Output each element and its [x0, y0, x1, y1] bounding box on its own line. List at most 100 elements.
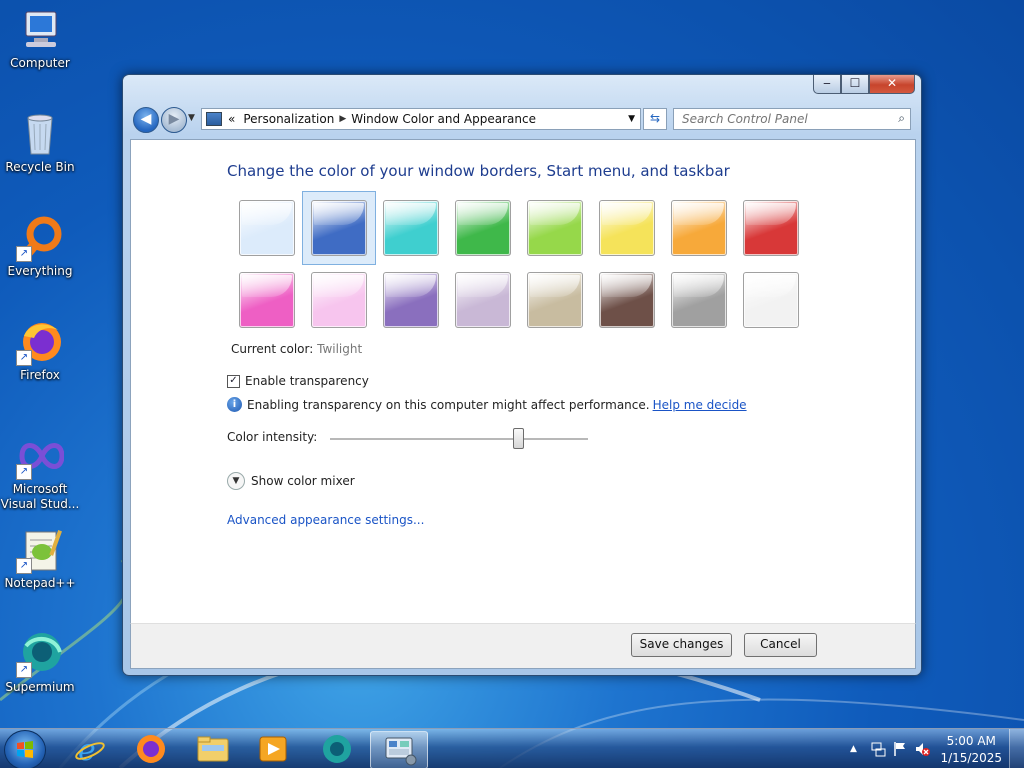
clock-date[interactable]: 1/15/2025	[940, 750, 1002, 767]
show-hidden-icons-icon[interactable]: ▲	[850, 744, 857, 754]
desktop-icon-visual-studio[interactable]: ↗ Microsoft Visual Stud...	[0, 432, 80, 512]
window-controls: ‒ ☐ ✕	[813, 75, 915, 94]
color-swatch[interactable]	[599, 272, 655, 328]
start-button[interactable]	[4, 730, 46, 768]
breadcrumb-prefix[interactable]: «	[228, 112, 235, 126]
color-swatch[interactable]	[671, 272, 727, 328]
color-swatch[interactable]	[527, 272, 583, 328]
taskbar-internet-explorer[interactable]: e	[62, 731, 118, 768]
content-pane: Change the color of your window borders,…	[130, 139, 916, 624]
desktop-icon-label: Supermium	[5, 680, 75, 694]
transparency-label[interactable]: Enable transparency	[245, 374, 369, 388]
color-swatch[interactable]	[527, 200, 583, 256]
action-center-flag-icon[interactable]	[892, 741, 908, 760]
info-icon: i	[227, 397, 242, 412]
taskbar-media-player[interactable]	[244, 731, 300, 767]
desktop-icon-label: Microsoft Visual Stud...	[0, 482, 80, 511]
system-tray: ▲ 5:00 AM 1/15/2025	[834, 729, 1024, 768]
media-player-icon	[259, 736, 287, 762]
breadcrumb-personalization[interactable]: Personalization	[243, 112, 334, 126]
desktop-icon-label: Recycle Bin	[5, 160, 75, 174]
intensity-slider-thumb[interactable]	[513, 428, 525, 449]
color-swatch[interactable]	[671, 200, 727, 256]
color-swatch[interactable]	[743, 200, 799, 256]
desktop-icon-recycle-bin[interactable]: Recycle Bin	[0, 110, 80, 175]
advanced-appearance-link[interactable]: Advanced appearance settings...	[227, 513, 424, 527]
search-icon[interactable]: ⌕	[898, 111, 905, 126]
address-dropdown-icon[interactable]: ▼	[628, 114, 635, 124]
dialog-footer: Save changes Cancel	[130, 623, 916, 669]
shortcut-arrow-icon: ↗	[16, 350, 32, 366]
volume-muted-icon[interactable]	[914, 741, 930, 760]
show-desktop-button[interactable]	[1009, 729, 1024, 768]
taskbar-supermium[interactable]	[308, 731, 364, 767]
desktop-icon-firefox[interactable]: ↗ Firefox	[0, 318, 80, 383]
desktop-icon-everything[interactable]: ↗ Everything	[0, 214, 80, 279]
search-box[interactable]: ⌕	[673, 108, 911, 130]
desktop-icon-notepad-plus-plus[interactable]: ↗ Notepad++	[0, 526, 80, 591]
current-color-value: Twilight	[317, 342, 363, 356]
current-color: Current color: Twilight	[231, 342, 362, 356]
desktop-icon-label: Notepad++	[4, 576, 76, 590]
color-swatch[interactable]	[599, 200, 655, 256]
color-swatch[interactable]	[311, 200, 367, 256]
everything-icon: ↗	[16, 214, 64, 262]
firefox-icon	[137, 735, 165, 763]
taskbar-firefox[interactable]	[122, 731, 178, 767]
control-panel-icon	[385, 737, 417, 766]
clock[interactable]: 5:00 AM 1/15/2025	[940, 733, 1002, 767]
page-title: Change the color of your window borders,…	[227, 162, 730, 180]
forward-button[interactable]: ▶	[161, 107, 187, 133]
color-swatch[interactable]	[743, 272, 799, 328]
current-color-label: Current color:	[231, 342, 314, 356]
windows-logo-icon	[17, 741, 33, 758]
save-changes-button[interactable]: Save changes	[631, 633, 732, 657]
chevron-down-icon[interactable]: ▼	[227, 472, 245, 490]
visual-studio-icon: ↗	[16, 432, 65, 480]
desktop-icon-label: Firefox	[20, 368, 60, 382]
desktop-icon-label: Computer	[10, 56, 70, 70]
back-button[interactable]: ◀	[133, 107, 159, 133]
desktop-icon-computer[interactable]: Computer	[0, 6, 80, 71]
search-input[interactable]	[680, 109, 884, 129]
color-swatch[interactable]	[311, 272, 367, 328]
desktop-icon-label: Everything	[7, 264, 73, 278]
clock-time[interactable]: 5:00 AM	[940, 733, 1002, 750]
recycle-bin-icon	[16, 110, 64, 158]
notepad-plus-plus-icon: ↗	[16, 526, 64, 574]
desktop-icon-supermium[interactable]: ↗ Supermium	[0, 630, 80, 695]
refresh-button[interactable]: ⇆	[643, 108, 667, 130]
taskbar: e ▲ 5:00 AM 1/15/2025	[0, 728, 1024, 768]
internet-explorer-icon: e	[75, 733, 105, 768]
navigation-bar: ◀ ▶ ▼ « Personalization ▶ Window Color a…	[131, 105, 913, 133]
help-me-decide-link[interactable]: Help me decide	[653, 398, 747, 412]
taskbar-file-explorer[interactable]	[184, 731, 240, 767]
recent-pages-dropdown-icon[interactable]: ▼	[188, 113, 195, 123]
color-swatch[interactable]	[383, 272, 439, 328]
close-button[interactable]: ✕	[869, 75, 915, 94]
breadcrumb-window-color[interactable]: Window Color and Appearance	[351, 112, 536, 126]
color-swatch[interactable]	[383, 200, 439, 256]
maximize-button[interactable]: ☐	[841, 75, 869, 94]
address-bar[interactable]: « Personalization ▶ Window Color and App…	[201, 108, 641, 130]
color-swatch[interactable]	[239, 200, 295, 256]
breadcrumb-separator-icon[interactable]: ▶	[339, 114, 346, 124]
color-swatch[interactable]	[455, 200, 511, 256]
enable-transparency-checkbox[interactable]: ✓ Enable transparency	[227, 374, 369, 388]
color-mixer-label[interactable]: Show color mixer	[251, 474, 355, 488]
taskbar-control-panel[interactable]	[370, 731, 428, 768]
minimize-button[interactable]: ‒	[813, 75, 841, 94]
network-icon[interactable]	[870, 741, 886, 760]
shortcut-arrow-icon: ↗	[16, 246, 32, 262]
show-color-mixer-toggle[interactable]: ▼ Show color mixer	[227, 472, 355, 490]
cancel-button[interactable]: Cancel	[744, 633, 817, 657]
color-swatch[interactable]	[455, 272, 511, 328]
intensity-slider-track[interactable]	[330, 438, 588, 441]
supermium-icon: ↗	[16, 630, 64, 678]
control-panel-icon	[206, 112, 222, 126]
color-swatch[interactable]	[239, 272, 295, 328]
checkbox-check-icon[interactable]: ✓	[227, 374, 240, 388]
supermium-icon	[323, 735, 351, 763]
color-intensity-label: Color intensity:	[227, 430, 318, 444]
shortcut-arrow-icon: ↗	[16, 662, 32, 678]
